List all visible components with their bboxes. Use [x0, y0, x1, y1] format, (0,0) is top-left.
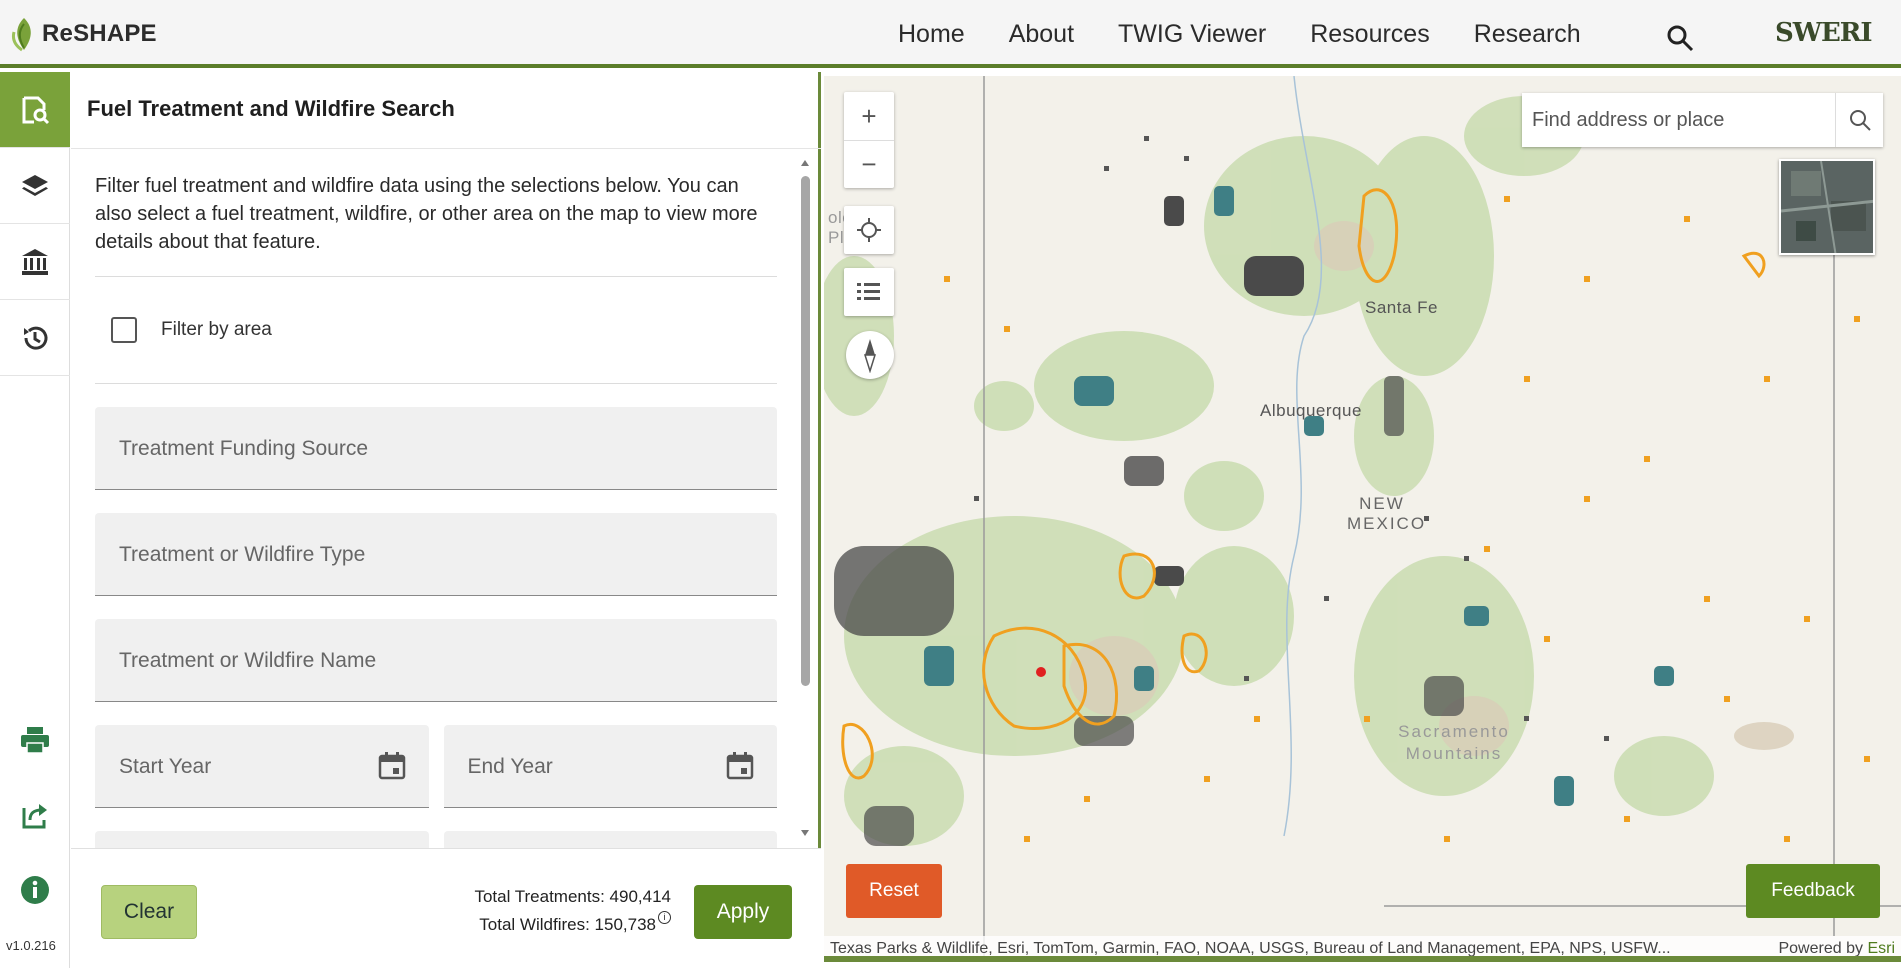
compass-icon: [863, 339, 877, 373]
type-input[interactable]: [119, 513, 753, 596]
year-row: [95, 702, 777, 808]
app-header: ReSHAPE Home About TWIG Viewer Resources…: [0, 0, 1901, 68]
geocoder-search-button[interactable]: [1835, 93, 1883, 147]
nav-resources[interactable]: Resources: [1288, 20, 1452, 49]
legend-list-icon: [857, 283, 880, 300]
rail-share-button[interactable]: [0, 785, 70, 845]
history-icon: [24, 326, 48, 350]
layers-icon: [22, 174, 48, 196]
type-field[interactable]: [95, 513, 777, 596]
satellite-basemap-icon: [1781, 161, 1873, 253]
rail-info-button[interactable]: [0, 860, 70, 920]
zoom-in-button[interactable]: +: [844, 92, 894, 140]
panel-intro: Filter fuel treatment and wildfire data …: [95, 175, 758, 253]
sweri-logo[interactable]: SWERI: [1775, 18, 1873, 48]
filter-by-area-checkbox[interactable]: [111, 317, 137, 343]
geocoder: [1522, 93, 1883, 147]
search-panel-icon: [22, 96, 50, 124]
divider: [95, 383, 777, 384]
calendar-icon[interactable]: [725, 751, 755, 781]
total-wildfires: Total Wildfires: 150,738: [479, 915, 656, 934]
version-label: v1.0.216: [6, 938, 56, 953]
main-nav: Home About TWIG Viewer Resources Researc…: [876, 20, 1603, 49]
powered-by: Powered by Esri: [1778, 936, 1895, 957]
search-panel: Fuel Treatment and Wildfire Search Filte…: [71, 72, 821, 968]
total-treatments: Total Treatments: 490,414: [474, 887, 671, 906]
tool-rail: v1.0.216: [0, 72, 70, 968]
locate-icon: [857, 218, 881, 242]
rail-history-button[interactable]: [0, 300, 70, 376]
rail-layers-button[interactable]: [0, 148, 70, 224]
start-year-field[interactable]: [95, 725, 429, 808]
name-input[interactable]: [119, 619, 753, 702]
map-label-state-line1: NEW: [1359, 494, 1405, 513]
filter-by-area-label: Filter by area: [161, 319, 272, 340]
scrollbar-thumb[interactable]: [801, 176, 810, 686]
search-icon[interactable]: [1664, 22, 1696, 54]
print-icon: [21, 727, 49, 754]
apply-button[interactable]: Apply: [694, 885, 792, 939]
panel-footer: Clear Total Treatments: 490,414 Total Wi…: [71, 848, 821, 968]
clear-button[interactable]: Clear: [101, 885, 197, 939]
panel-divider: [71, 148, 821, 149]
reset-button[interactable]: Reset: [846, 864, 942, 918]
map-label-mountains-line1: Sacramento: [1398, 722, 1510, 741]
zoom-out-button[interactable]: −: [844, 140, 894, 188]
rail-institution-button[interactable]: [0, 224, 70, 300]
reshape-logo[interactable]: ReSHAPE: [10, 14, 157, 54]
nav-twig-viewer[interactable]: TWIG Viewer: [1096, 20, 1288, 49]
funding-source-field[interactable]: [95, 407, 777, 490]
filter-by-area-row[interactable]: Filter by area: [95, 277, 777, 383]
logo-text: ReSHAPE: [42, 20, 157, 47]
panel-title: Fuel Treatment and Wildfire Search: [87, 96, 455, 121]
esri-link[interactable]: Esri: [1867, 940, 1895, 956]
end-year-input[interactable]: [467, 725, 753, 808]
name-field[interactable]: [95, 619, 777, 702]
legend-button[interactable]: [844, 268, 894, 316]
zoom-controls: + −: [844, 92, 894, 188]
locate-button[interactable]: [844, 206, 894, 254]
map-label-santa-fe: Santa Fe: [1365, 298, 1438, 317]
compass-button[interactable]: [846, 331, 894, 379]
nav-home[interactable]: Home: [876, 20, 987, 49]
feedback-button[interactable]: Feedback: [1746, 864, 1880, 918]
powered-by-label: Powered by: [1778, 940, 1863, 957]
institution-icon: [22, 248, 48, 275]
end-year-field[interactable]: [443, 725, 777, 808]
calendar-icon[interactable]: [377, 751, 407, 781]
map-label-albuquerque: Albuquerque: [1260, 401, 1362, 420]
info-icon: [21, 876, 49, 904]
funding-source-input[interactable]: [119, 407, 753, 490]
basemap-toggle[interactable]: [1779, 159, 1875, 255]
map-attribution: Texas Parks & Wildlife, Esri, TomTom, Ga…: [824, 936, 1901, 957]
geocoder-input[interactable]: [1522, 93, 1835, 147]
nav-research[interactable]: Research: [1452, 20, 1603, 49]
share-icon: [22, 804, 47, 829]
totals-info-icon[interactable]: i: [658, 911, 671, 924]
attribution-text: Texas Parks & Wildlife, Esri, TomTom, Ga…: [830, 940, 1671, 957]
search-icon: [1849, 110, 1871, 131]
map-label-state-line2: MEXICO: [1347, 514, 1427, 533]
rail-search-button[interactable]: [0, 72, 70, 148]
start-year-input[interactable]: [119, 725, 405, 808]
rail-print-button[interactable]: [0, 710, 70, 770]
leaf-logo-icon: [12, 18, 31, 52]
totals: Total Treatments: 490,414 Total Wildfire…: [461, 883, 671, 939]
map-view[interactable]: Santa Fe Albuquerque NEW MEXICO Sacramen…: [824, 76, 1901, 962]
nav-about[interactable]: About: [987, 20, 1096, 49]
panel-body: Filter fuel treatment and wildfire data …: [95, 172, 777, 871]
map-label-mountains-line2: Mountains: [1405, 744, 1503, 763]
